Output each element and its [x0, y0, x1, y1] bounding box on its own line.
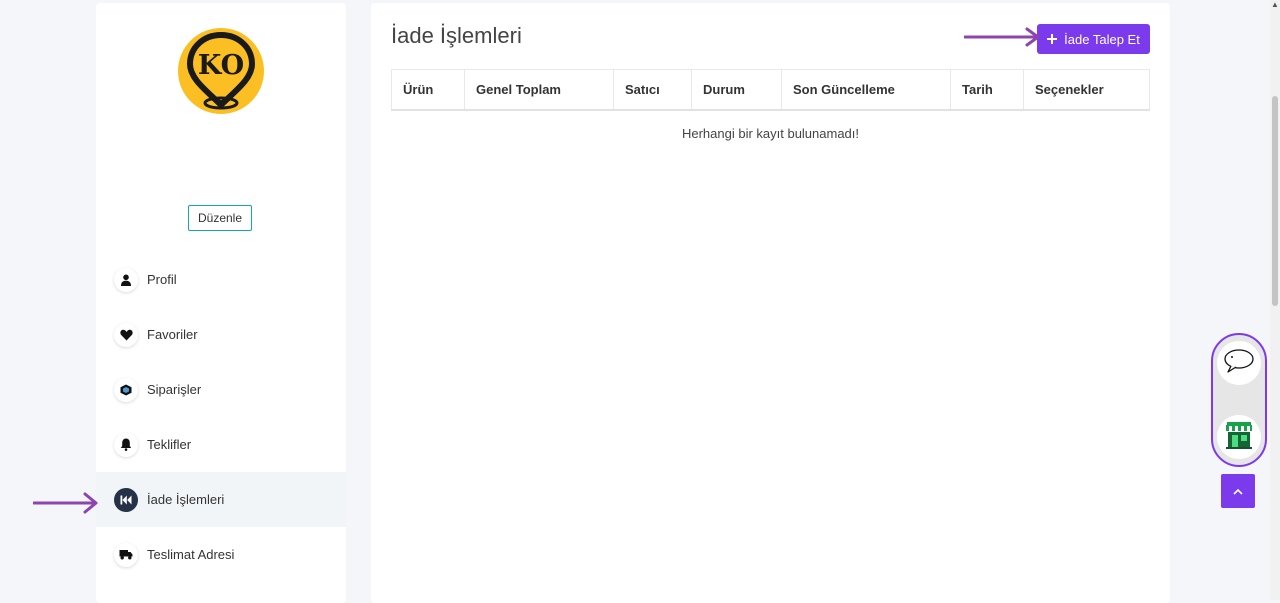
- scrollbar-thumb[interactable]: [1272, 96, 1278, 306]
- rewind-icon: [114, 487, 138, 512]
- chat-button[interactable]: [1217, 341, 1261, 385]
- return-request-label: İade Talep Et: [1064, 31, 1140, 47]
- column-header-tarih: Tarih: [950, 69, 1024, 111]
- sidebar-item-label: Favoriler: [147, 327, 198, 342]
- store-icon: [1224, 420, 1254, 455]
- chevron-up-icon: [1233, 482, 1243, 500]
- column-header-son-guncelleme: Son Güncelleme: [781, 69, 951, 111]
- bell-icon: [114, 432, 138, 457]
- chat-bubble-icon: [1223, 348, 1255, 379]
- annotation-arrow-icon: [33, 492, 98, 514]
- box-icon: [114, 377, 138, 402]
- column-header-urun: Ürün: [391, 69, 465, 111]
- sidebar-item-label: İade İşlemleri: [147, 492, 225, 507]
- sidebar-item-label: Siparişler: [147, 382, 202, 397]
- logo-text: KO: [198, 50, 244, 81]
- column-header-genel-toplam: Genel Toplam: [464, 69, 614, 111]
- column-header-satici: Satıcı: [613, 69, 692, 111]
- floating-action-panel: [1211, 333, 1267, 467]
- sidebar-item-iade-islemleri[interactable]: İade İşlemleri: [96, 472, 346, 527]
- page-title: İade İşlemleri: [391, 23, 522, 48]
- main-panel: İade İşlemleri İade Talep Et Ürün Genel …: [371, 3, 1170, 603]
- return-request-button[interactable]: İade Talep Et: [1037, 24, 1150, 54]
- sidebar: KO Düzenle Profil Favoriler Siparişler T…: [96, 3, 346, 603]
- sidebar-item-label: Teslimat Adresi: [147, 547, 235, 562]
- sidebar-item-favoriler[interactable]: Favoriler: [96, 307, 346, 362]
- truck-icon: [114, 542, 138, 567]
- scroll-up-arrow-icon[interactable]: ▲: [1271, 0, 1279, 10]
- user-icon: [114, 267, 138, 292]
- store-logo: KO: [177, 27, 265, 115]
- sidebar-item-label: Profil: [147, 272, 177, 287]
- empty-table-message: Herhangi bir kayıt bulunamadı!: [681, 126, 860, 141]
- column-header-secenekler: Seçenekler: [1023, 69, 1150, 111]
- sidebar-item-label: Teklifler: [147, 437, 192, 452]
- sidebar-menu: Profil Favoriler Siparişler Teklifler İa…: [96, 252, 346, 582]
- sidebar-item-teslimat-adresi[interactable]: Teslimat Adresi: [96, 527, 346, 582]
- store-button[interactable]: [1217, 415, 1261, 459]
- page-scrollbar[interactable]: ▲: [1270, 0, 1280, 600]
- scroll-to-top-button[interactable]: [1221, 474, 1255, 508]
- returns-table: Ürün Genel Toplam Satıcı Durum Son Günce…: [391, 69, 1150, 111]
- column-header-durum: Durum: [691, 69, 782, 111]
- sidebar-item-siparisler[interactable]: Siparişler: [96, 362, 346, 417]
- annotation-arrow-icon: [964, 27, 1040, 47]
- sidebar-item-profil[interactable]: Profil: [96, 252, 346, 307]
- sidebar-item-teklifler[interactable]: Teklifler: [96, 417, 346, 472]
- table-header-row: Ürün Genel Toplam Satıcı Durum Son Günce…: [391, 69, 1150, 111]
- heart-icon: [114, 322, 138, 347]
- plus-icon: [1047, 32, 1058, 47]
- edit-profile-button[interactable]: Düzenle: [188, 205, 252, 231]
